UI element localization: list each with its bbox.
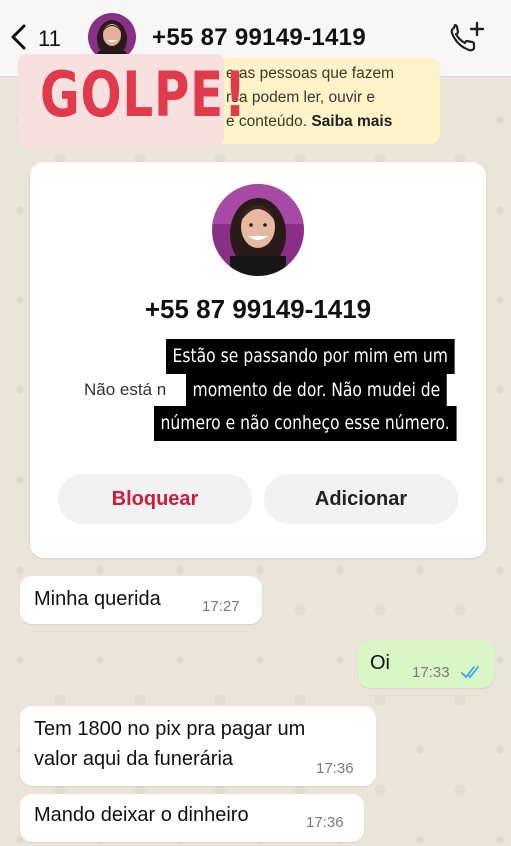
caption-line-3: número e não conheço esse número. bbox=[154, 406, 457, 441]
message-text: Oi bbox=[370, 652, 390, 674]
message-time: 17:27 bbox=[202, 598, 240, 615]
learn-more-link[interactable]: Saiba mais bbox=[311, 113, 392, 130]
message-incoming-2[interactable]: Tem 1800 no pix pra pagar um valor aqui … bbox=[20, 706, 376, 786]
message-time: 17:36 bbox=[306, 814, 344, 831]
message-outgoing-1[interactable]: Oi 17:33 bbox=[358, 640, 494, 688]
card-contact-number: +55 87 99149-1419 bbox=[144, 294, 372, 324]
contact-avatar[interactable] bbox=[212, 184, 304, 276]
unread-count[interactable]: 11 bbox=[38, 26, 61, 52]
encryption-notice-text: e as pessoas que fazem rsa podem ler, ou… bbox=[226, 62, 438, 134]
contact-number[interactable]: +55 87 99149-1419 bbox=[152, 24, 366, 52]
scam-warning-stamp: GOLPE! bbox=[18, 54, 246, 146]
caption-line-1: Estão se passando por mim em um bbox=[166, 339, 455, 374]
caption-line-2: momento de dor. Não mudei de bbox=[186, 373, 447, 408]
message-time: 17:33 bbox=[412, 664, 450, 681]
message-text: Minha querida bbox=[34, 588, 161, 610]
block-button[interactable]: Bloquear bbox=[58, 474, 252, 524]
chevron-left-icon[interactable] bbox=[8, 22, 30, 52]
message-time: 17:36 bbox=[316, 760, 354, 777]
add-contact-button[interactable]: Adicionar bbox=[264, 474, 458, 524]
message-text: Mando deixar o dinheiro bbox=[34, 804, 249, 826]
scam-warning-text: GOLPE! bbox=[40, 58, 247, 131]
read-receipt-icon bbox=[461, 666, 479, 679]
message-text: Tem 1800 no pix pra pagar um valor aqui … bbox=[34, 718, 306, 770]
card-status-text: Não está n bbox=[84, 380, 167, 399]
phone-add-icon[interactable] bbox=[446, 20, 486, 56]
message-incoming-1[interactable]: Minha querida 17:27 bbox=[20, 576, 262, 624]
message-incoming-3[interactable]: Mando deixar o dinheiro 17:36 bbox=[20, 794, 364, 842]
